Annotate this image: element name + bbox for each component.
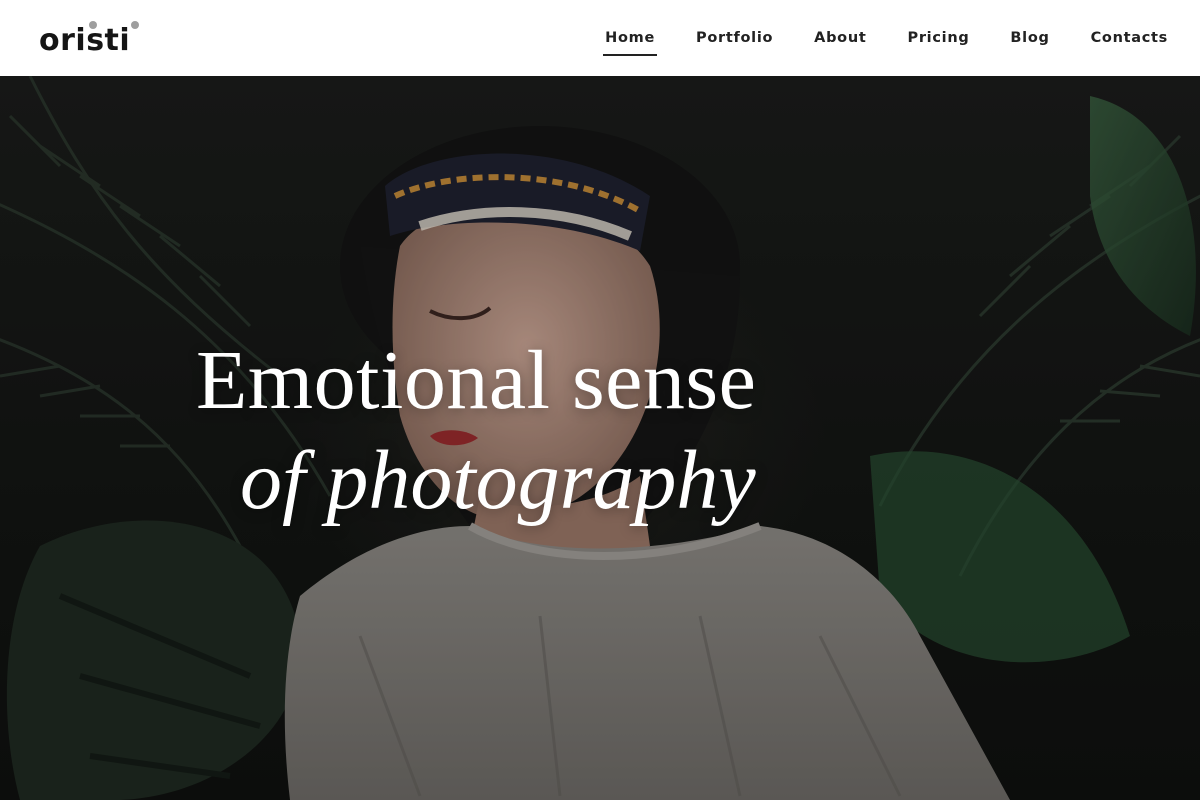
brand-logo[interactable]: oristi xyxy=(39,18,139,58)
monstera-leaf-left xyxy=(6,520,301,800)
nav-item-blog[interactable]: Blog xyxy=(1008,22,1051,54)
nav-item-home[interactable]: Home xyxy=(603,22,657,56)
nav-item-contacts[interactable]: Contacts xyxy=(1089,22,1170,54)
main-nav: Home Portfolio About Pricing Blog Contac… xyxy=(566,0,1170,76)
nav-item-about[interactable]: About xyxy=(812,22,868,54)
nav-item-pricing[interactable]: Pricing xyxy=(906,22,972,54)
logo-text: oristi xyxy=(39,23,131,58)
site-header: oristi Home Portfolio About Pricing Blog… xyxy=(0,0,1200,76)
headline-line-1: Emotional sense xyxy=(196,334,757,427)
nav-item-portfolio[interactable]: Portfolio xyxy=(694,22,775,54)
hero-section: Emotional sense of photography xyxy=(0,76,1200,800)
monstera-leaf-right xyxy=(1090,96,1196,336)
headline-line-2: of photography xyxy=(240,434,756,527)
